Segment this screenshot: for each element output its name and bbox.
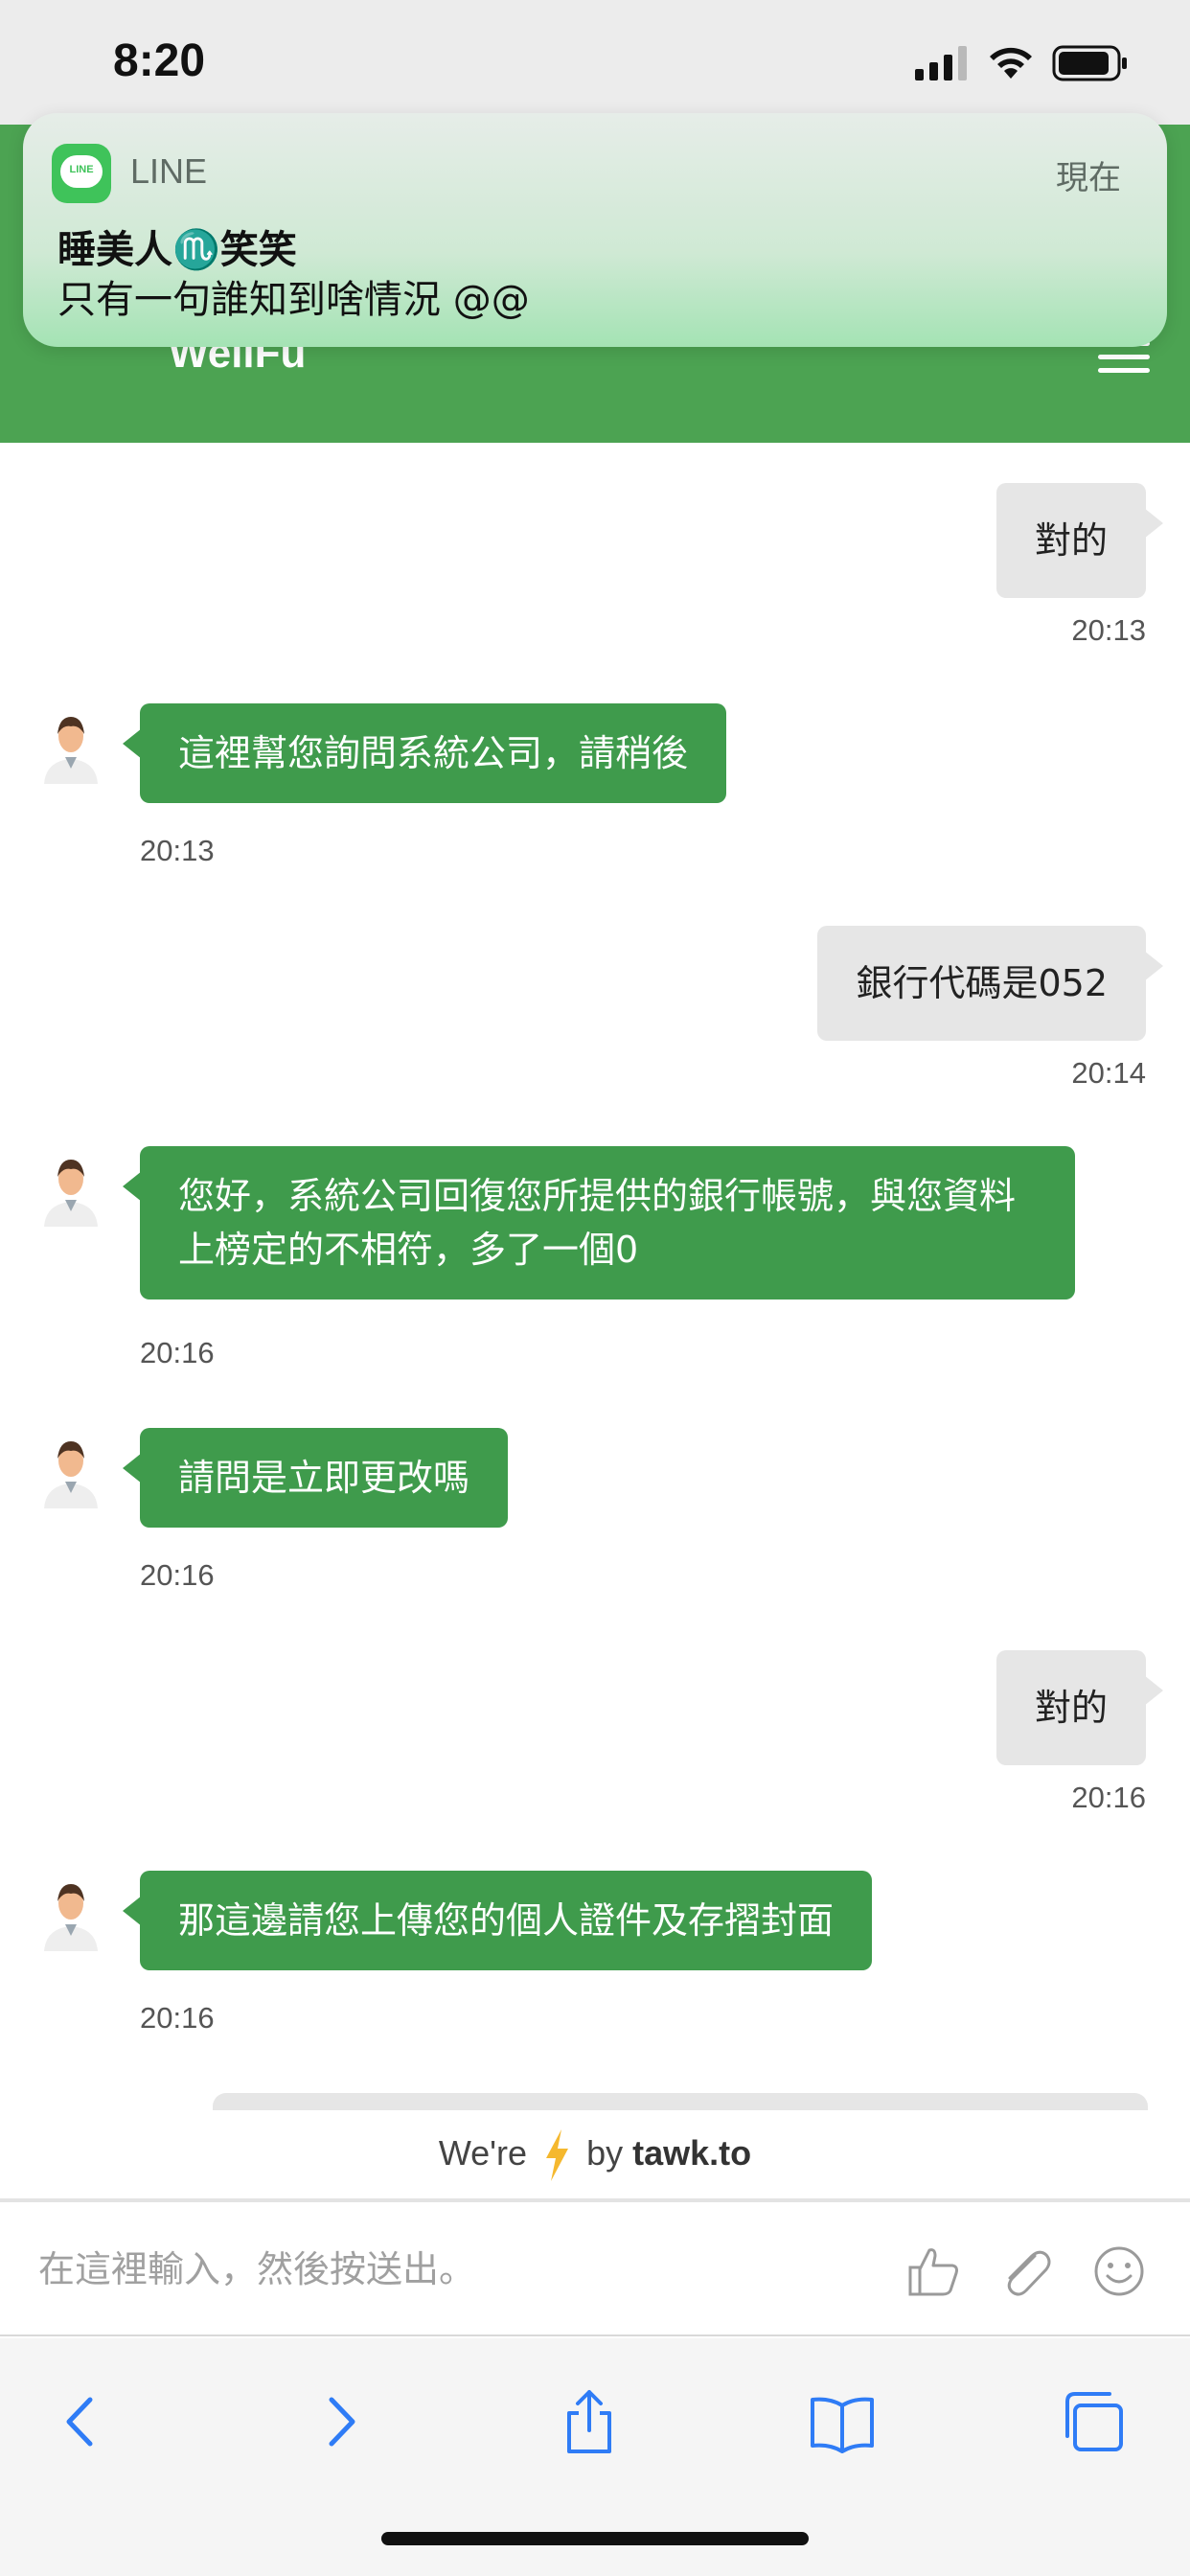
message-composer bbox=[0, 2202, 1190, 2336]
message-input[interactable] bbox=[38, 2233, 862, 2306]
message-time: 20:16 bbox=[140, 2001, 215, 2035]
battery-icon bbox=[1052, 45, 1127, 81]
message-time: 20:16 bbox=[1071, 1781, 1146, 1814]
branding-prefix: We're bbox=[438, 2133, 528, 2173]
forward-icon[interactable] bbox=[307, 2388, 374, 2455]
paperclip-icon[interactable] bbox=[996, 2242, 1054, 2300]
back-icon[interactable] bbox=[48, 2388, 115, 2455]
message-time: 20:16 bbox=[140, 1336, 215, 1369]
message-bubble-incoming: 請問是立即更改嗎 bbox=[122, 1428, 509, 1528]
agent-avatar bbox=[44, 717, 98, 784]
message-time: 20:14 bbox=[1071, 1056, 1146, 1090]
message-bubble-outgoing: 對的 bbox=[995, 1650, 1164, 1765]
line-app-icon: LINE bbox=[52, 144, 111, 203]
status-time: 8:20 bbox=[113, 35, 206, 86]
message-bubble-outgoing: 對的 bbox=[995, 483, 1164, 598]
message-bubble-outgoing: 銀行代碼是052 bbox=[817, 926, 1163, 1041]
agent-avatar bbox=[44, 1160, 98, 1227]
chat-transcript: 對的 20:13 這裡幫您詢問系統公司，請稍後 20:13 銀行代碼是052 2… bbox=[0, 443, 1190, 2110]
thumbs-up-icon[interactable] bbox=[904, 2242, 962, 2300]
agent-avatar bbox=[44, 1441, 98, 1508]
message-bubble-incoming: 這裡幫您詢問系統公司，請稍後 bbox=[122, 703, 727, 803]
home-indicator[interactable] bbox=[381, 2532, 809, 2545]
message-time: 20:13 bbox=[1071, 613, 1146, 647]
message-time: 20:13 bbox=[140, 834, 215, 867]
wifi-icon bbox=[990, 47, 1032, 79]
bookmarks-icon[interactable] bbox=[809, 2388, 876, 2455]
line-notification-banner[interactable]: LINE LINE 現在 睡美人♏️笑笑 只有一句誰知到啥情況 @@ bbox=[23, 113, 1167, 347]
status-bar: 8:20 bbox=[0, 0, 1190, 125]
message-time: 20:16 bbox=[140, 1558, 215, 1592]
share-icon[interactable] bbox=[556, 2388, 623, 2455]
branding-brand: tawk.to bbox=[632, 2133, 752, 2173]
notification-sender: 睡美人♏️笑笑 bbox=[57, 228, 297, 272]
powered-by-branding[interactable]: We're by tawk.to bbox=[0, 2110, 1190, 2196]
tabs-icon[interactable] bbox=[1060, 2388, 1127, 2455]
message-bubble-incoming: 您好，系統公司回復您所提供的銀行帳號，與您資料上榜定的不相符，多了一個0 bbox=[123, 1146, 1075, 1300]
cellular-signal-icon bbox=[915, 46, 967, 80]
notification-app-name: LINE bbox=[130, 151, 208, 191]
notification-time: 現在 bbox=[1056, 159, 1121, 197]
agent-avatar bbox=[44, 1884, 98, 1951]
lightning-bolt-icon bbox=[546, 2129, 569, 2182]
notification-message: 只有一句誰知到啥情況 @@ bbox=[57, 278, 530, 322]
message-bubble-incoming: 那這邊請您上傳您的個人證件及存摺封面 bbox=[122, 1871, 873, 1970]
emoji-icon[interactable] bbox=[1090, 2242, 1148, 2300]
message-bubble-partial bbox=[213, 2093, 1148, 2110]
branding-suffix: by bbox=[586, 2133, 624, 2173]
